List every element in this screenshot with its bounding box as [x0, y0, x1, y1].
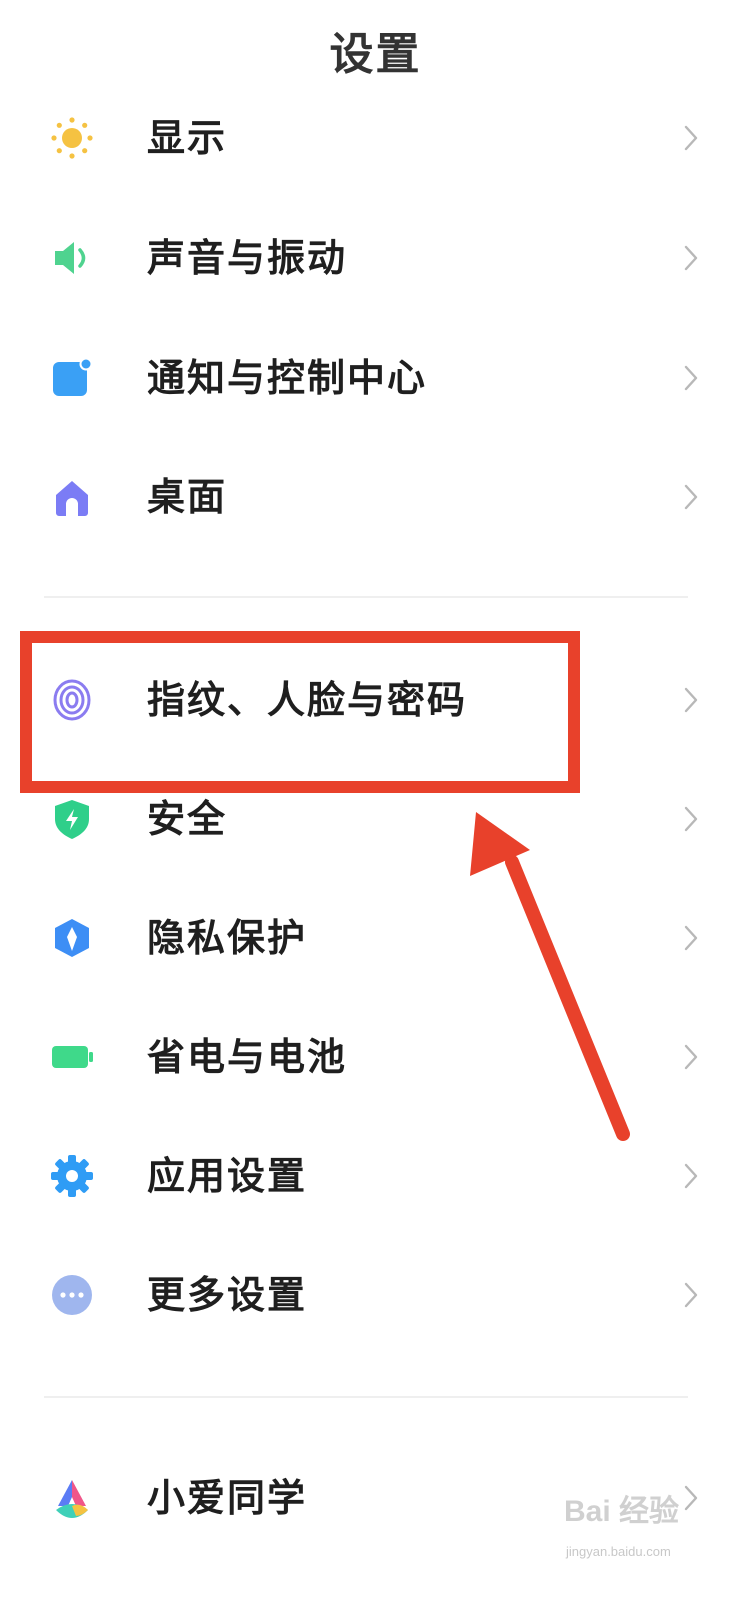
chevron-right-icon: [683, 364, 699, 392]
settings-item-label: 省电与电池: [147, 1035, 348, 1079]
settings-item-label: 应用设置: [147, 1154, 308, 1198]
settings-item-fingerprint-face-password[interactable]: 指纹、人脸与密码: [0, 645, 751, 755]
xiaoai-icon: [50, 1476, 94, 1520]
home-icon: [50, 475, 94, 519]
settings-item-more-settings[interactable]: 更多设置: [0, 1240, 751, 1350]
settings-item-notifications[interactable]: 通知与控制中心: [0, 323, 751, 433]
privacy-icon: [50, 916, 94, 960]
settings-screen: 设置 显示 声音与振动 通知与控制中心 桌面 指纹、人脸与密码 安全 隐私保护 …: [0, 0, 751, 1600]
settings-item-label: 显示: [147, 116, 228, 160]
watermark-logo: Bai 经验: [564, 1495, 680, 1528]
settings-item-sound[interactable]: 声音与振动: [0, 203, 751, 313]
settings-item-label: 安全: [147, 797, 228, 841]
settings-item-label: 桌面: [147, 475, 228, 519]
divider: [44, 1396, 688, 1398]
settings-item-label: 隐私保护: [147, 916, 308, 960]
settings-item-label: 指纹、人脸与密码: [147, 678, 468, 722]
gear-icon: [50, 1154, 94, 1198]
fingerprint-icon: [50, 678, 94, 722]
settings-item-label: 小爱同学: [147, 1476, 308, 1520]
chevron-right-icon: [683, 124, 699, 152]
chevron-right-icon: [683, 244, 699, 272]
settings-item-display[interactable]: 显示: [0, 83, 751, 193]
chevron-right-icon: [683, 686, 699, 714]
divider: [44, 596, 688, 598]
settings-item-label: 声音与振动: [147, 236, 348, 280]
shield-icon: [50, 797, 94, 841]
chevron-right-icon: [683, 1162, 699, 1190]
more-icon: [50, 1273, 94, 1317]
chevron-right-icon: [683, 483, 699, 511]
watermark-site: jingyan.baidu.com: [566, 1544, 671, 1559]
notification-icon: [50, 356, 94, 400]
chevron-right-icon: [683, 924, 699, 952]
settings-item-apps[interactable]: 应用设置: [0, 1121, 751, 1231]
settings-item-privacy[interactable]: 隐私保护: [0, 883, 751, 993]
settings-item-battery[interactable]: 省电与电池: [0, 1002, 751, 1112]
settings-item-label: 更多设置: [147, 1273, 308, 1317]
battery-icon: [50, 1035, 94, 1079]
settings-item-label: 通知与控制中心: [147, 356, 428, 400]
speaker-icon: [50, 236, 94, 280]
settings-item-security[interactable]: 安全: [0, 764, 751, 874]
watermark: Bai 经验 jingyan.baidu.com: [564, 1486, 714, 1576]
chevron-right-icon: [683, 1281, 699, 1309]
page-title: 设置: [329, 29, 422, 80]
chevron-right-icon: [683, 1043, 699, 1071]
sun-icon: [50, 116, 94, 160]
chevron-right-icon: [683, 805, 699, 833]
settings-item-home-screen[interactable]: 桌面: [0, 442, 751, 552]
